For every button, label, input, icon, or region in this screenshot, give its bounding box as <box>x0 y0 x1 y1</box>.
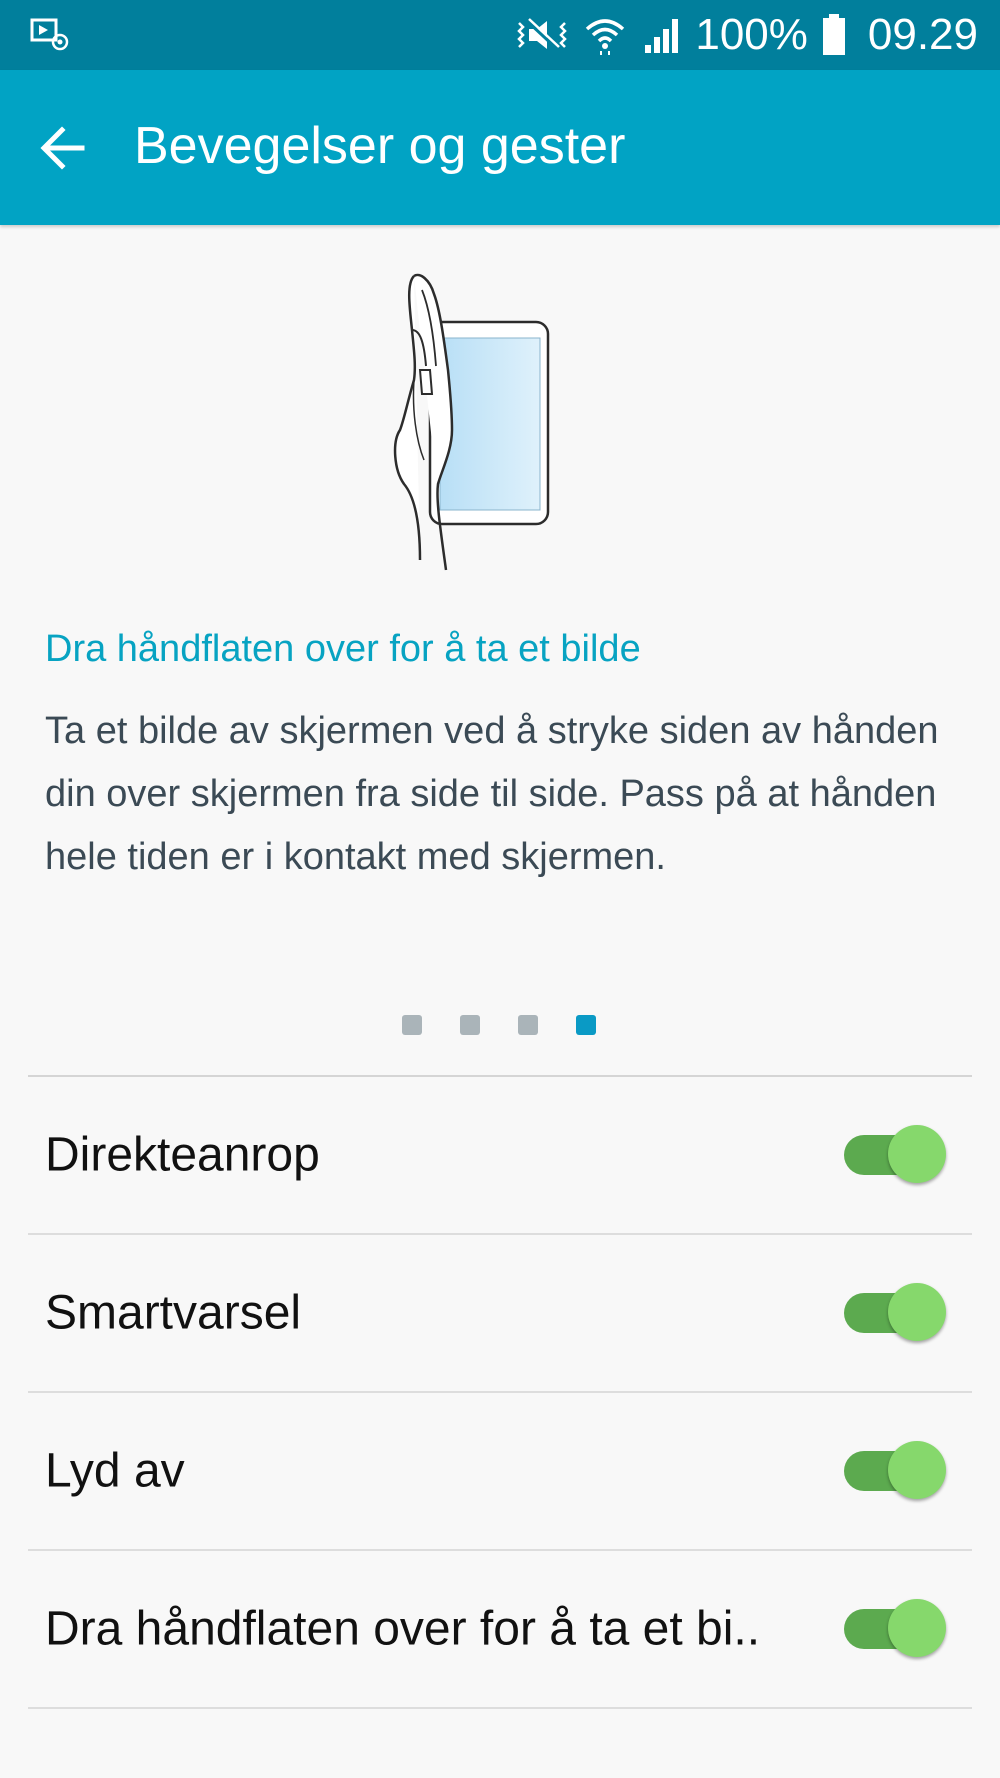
setting-label: Direkteanrop <box>45 1128 320 1182</box>
toggle-switch[interactable] <box>842 1441 946 1501</box>
setting-label: Lyd av <box>45 1444 185 1498</box>
setting-row-smartvarsel[interactable]: Smartvarsel <box>28 1235 972 1393</box>
clock: 09.29 <box>867 10 978 59</box>
toggle-knob <box>888 1125 946 1183</box>
toggle-switch[interactable] <box>842 1599 946 1659</box>
setting-row-lyd-av[interactable]: Lyd av <box>28 1393 972 1551</box>
signal-icon <box>645 19 679 53</box>
page-title: Bevegelser og gester <box>134 117 626 175</box>
toggle-knob <box>888 1441 946 1499</box>
setting-label: Smartvarsel <box>45 1286 302 1340</box>
battery-icon <box>822 14 845 55</box>
toggle-knob <box>888 1599 946 1657</box>
screen-capture-icon <box>30 18 69 51</box>
page-dot[interactable] <box>518 1015 538 1035</box>
page-dot[interactable] <box>402 1015 422 1035</box>
page-dot-active[interactable] <box>576 1015 596 1035</box>
status-bar: 100% 09.29 <box>0 0 1000 70</box>
page-indicator <box>402 1015 596 1035</box>
feature-description: Ta et bilde av skjermen ved å stryke sid… <box>45 710 939 878</box>
setting-label: Dra håndflaten over for å ta et bi.. <box>45 1602 761 1656</box>
wifi-icon <box>586 19 625 55</box>
palm-swipe-illustration <box>393 273 550 571</box>
battery-percent: 100% <box>695 10 808 59</box>
settings-list: Direkteanrop Smartvarsel Lyd av Dra hånd… <box>28 1077 972 1709</box>
toggle-knob <box>888 1283 946 1341</box>
vibrate-mode-icon <box>517 18 568 51</box>
feature-title: Dra håndflaten over for å ta et bilde <box>45 628 641 670</box>
page-dot[interactable] <box>460 1015 480 1035</box>
toggle-switch[interactable] <box>842 1125 946 1185</box>
setting-row-palm-swipe[interactable]: Dra håndflaten over for å ta et bi.. <box>28 1551 972 1709</box>
setting-row-direkteanrop[interactable]: Direkteanrop <box>28 1077 972 1235</box>
app-bar: Bevegelser og gester <box>0 70 1000 225</box>
arrow-left-icon[interactable] <box>38 120 94 176</box>
toggle-switch[interactable] <box>842 1283 946 1343</box>
